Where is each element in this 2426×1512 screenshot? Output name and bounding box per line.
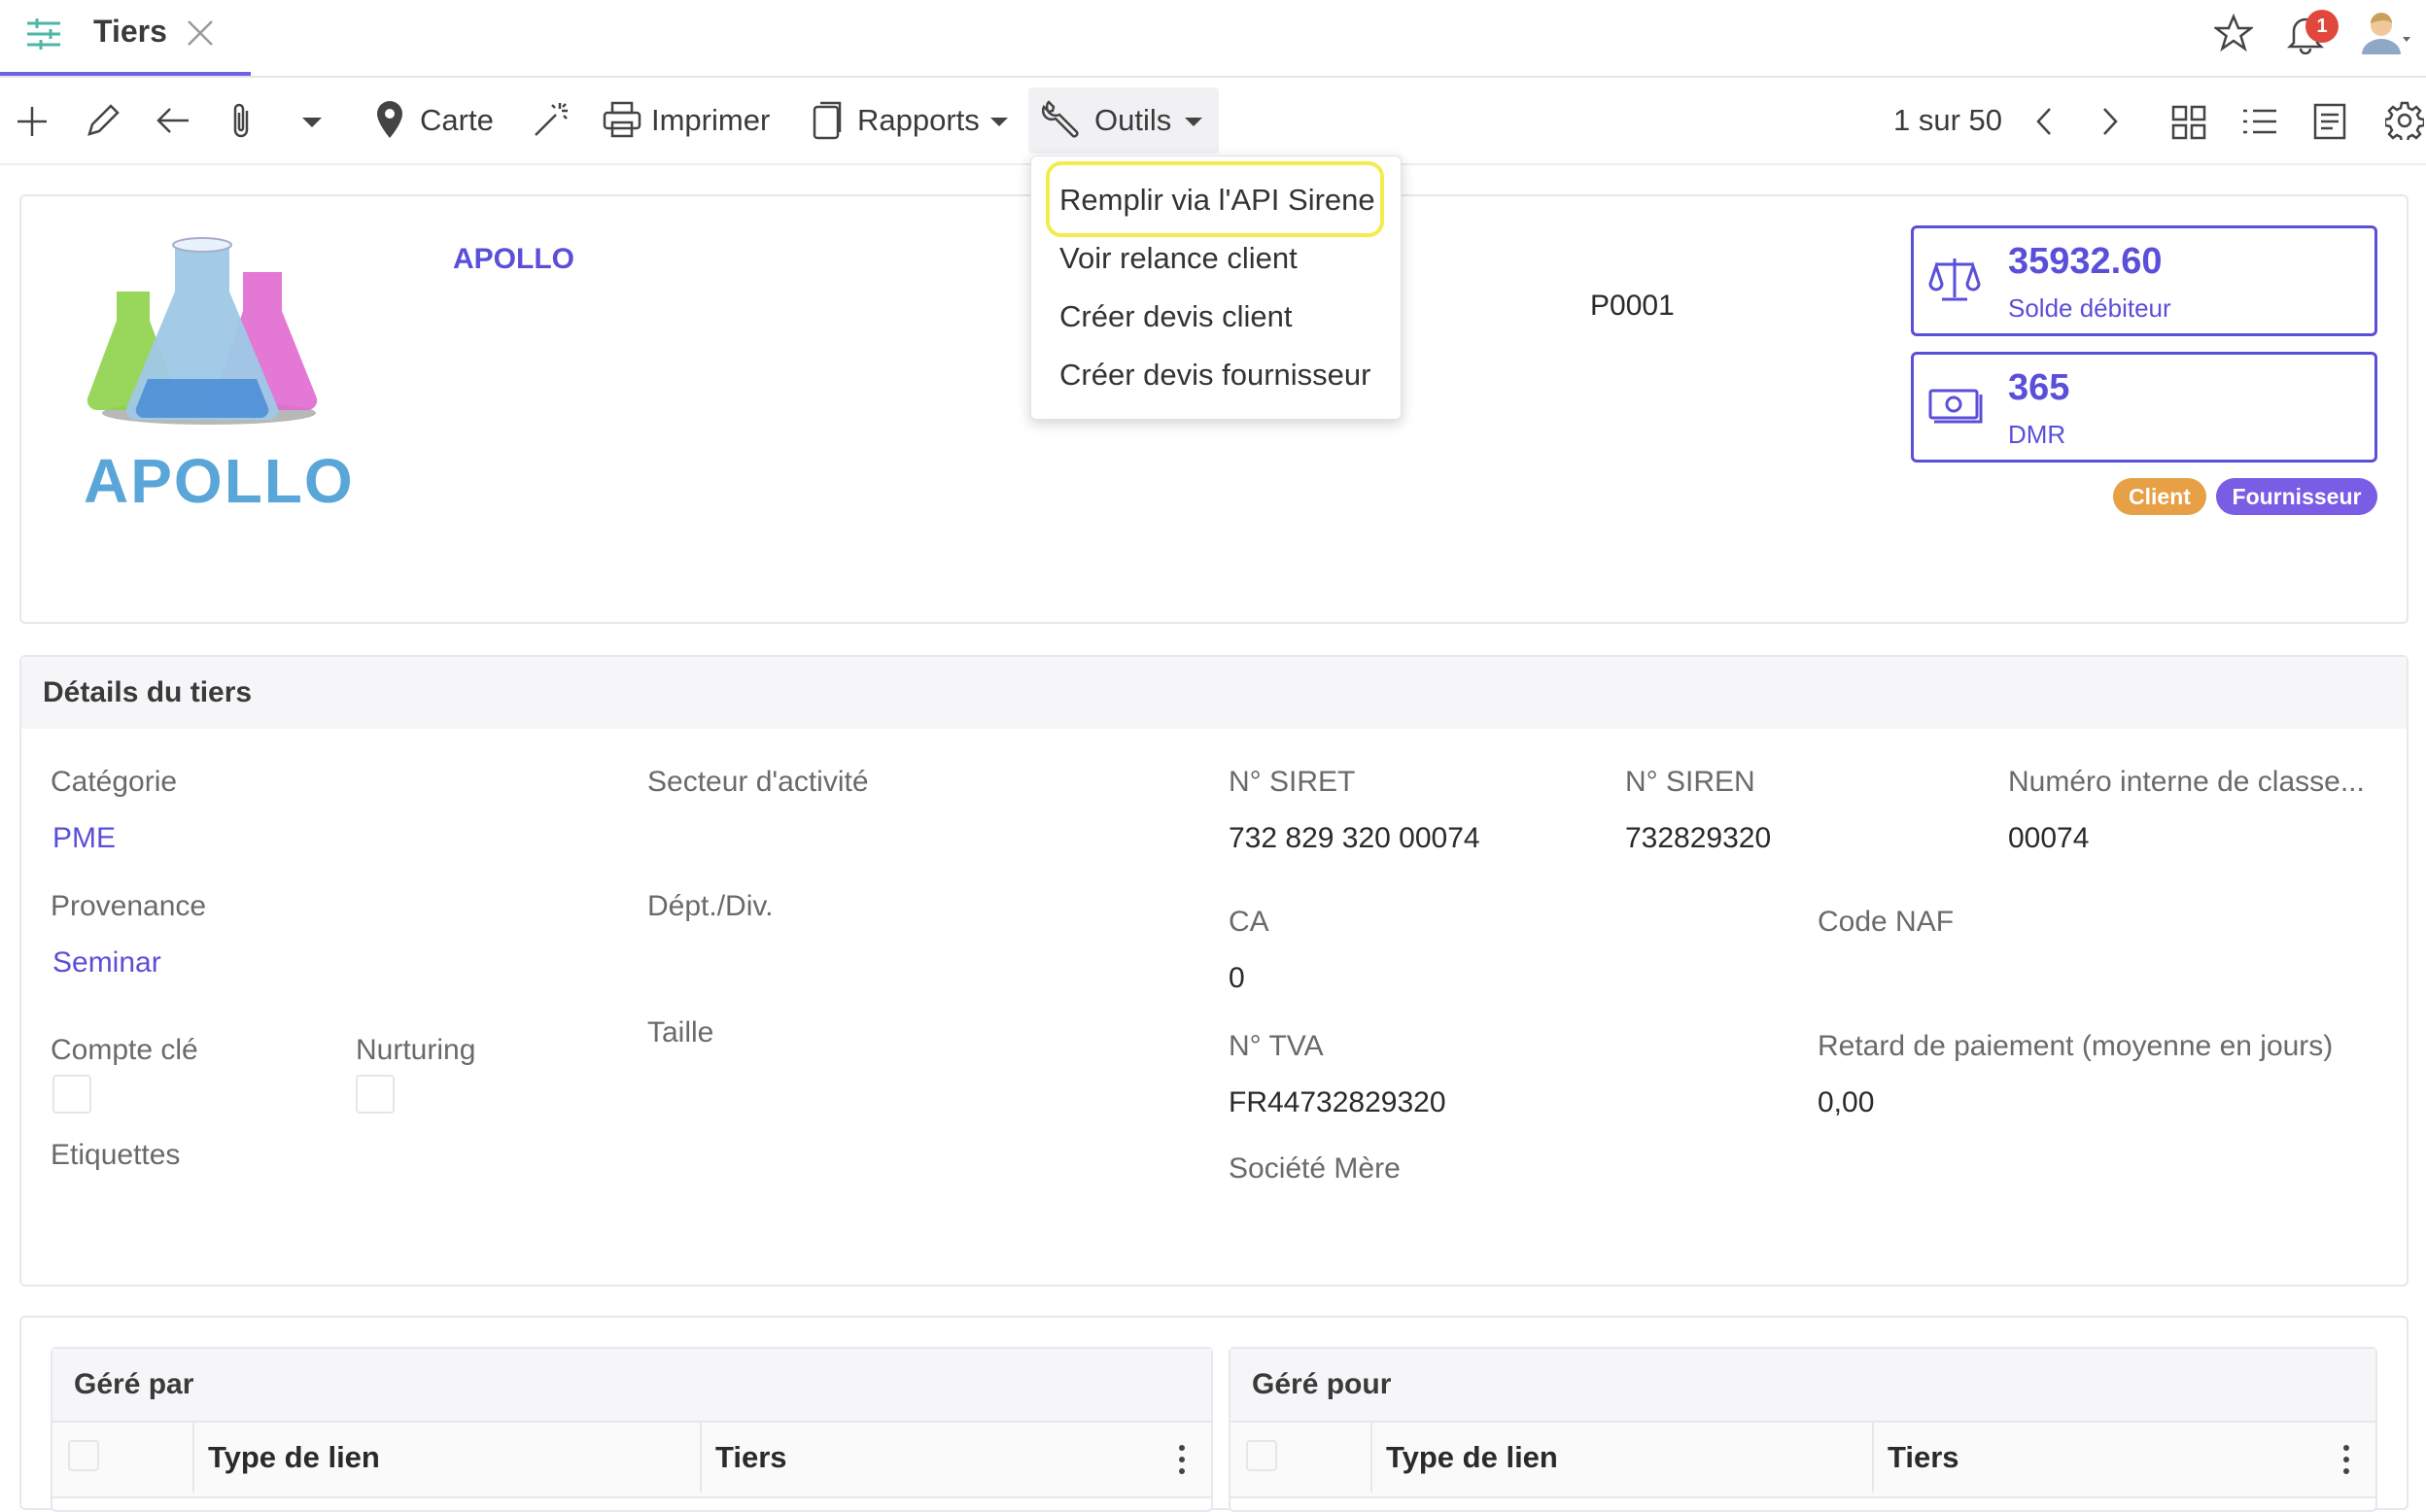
- etiquettes-label: Etiquettes: [51, 1139, 181, 1171]
- col-divider: [1370, 1423, 1372, 1493]
- col-divider: [192, 1423, 194, 1493]
- pagination-text: 1 sur 50: [1893, 103, 2003, 137]
- magic-wand-icon[interactable]: [533, 101, 570, 138]
- gear-icon[interactable]: [2385, 101, 2424, 140]
- compte-cle-checkbox[interactable]: [52, 1075, 91, 1114]
- badge-fournisseur: Fournisseur: [2216, 478, 2377, 515]
- arrow-left-icon[interactable]: [156, 105, 191, 136]
- compte-cle-label: Compte clé: [51, 1034, 198, 1066]
- taille-label: Taille: [647, 1016, 714, 1048]
- gere-par-title: Géré par: [74, 1368, 194, 1400]
- kpi-solde-label: Solde débiteur: [2008, 293, 2171, 323]
- details-card: [19, 655, 2409, 1287]
- gere-pour-col-type[interactable]: Type de lien: [1386, 1440, 1558, 1475]
- numero-interne-value: 00074: [2008, 822, 2090, 854]
- paperclip-icon[interactable]: [227, 101, 255, 142]
- secteur-label: Secteur d'activité: [647, 766, 869, 798]
- partner-code: P0001: [1590, 290, 1675, 322]
- provenance-label: Provenance: [51, 890, 207, 922]
- form-view-icon[interactable]: [2313, 103, 2346, 140]
- col-divider: [1872, 1423, 1874, 1493]
- partner-logo: APOLLO: [78, 233, 353, 525]
- gere-par-col-type[interactable]: Type de lien: [208, 1440, 380, 1475]
- printer-icon: [603, 101, 641, 138]
- societe-mere-label: Société Mère: [1229, 1152, 1401, 1185]
- retard-value: 0,00: [1818, 1086, 1875, 1118]
- siren-value: 732829320: [1625, 822, 1772, 854]
- gere-par-col-tiers[interactable]: Tiers: [715, 1440, 787, 1475]
- plus-icon[interactable]: [16, 105, 49, 138]
- pencil-icon[interactable]: [86, 103, 121, 138]
- provenance-value[interactable]: Seminar: [52, 946, 161, 979]
- details-title: Détails du tiers: [43, 676, 253, 708]
- ca-label: CA: [1229, 906, 1269, 938]
- menu-item-creer-devis-fournisseur[interactable]: Créer devis fournisseur: [1059, 358, 1370, 393]
- tab-bar: [0, 0, 2426, 78]
- outils-caret-icon: [1184, 117, 1203, 127]
- money-icon: [1928, 383, 1983, 426]
- nurturing-checkbox[interactable]: [356, 1075, 395, 1114]
- logo-text: APOLLO: [84, 446, 355, 516]
- tva-value: FR44732829320: [1229, 1086, 1446, 1118]
- kebab-menu-icon[interactable]: [2342, 1444, 2350, 1475]
- categorie-label: Catégorie: [51, 766, 178, 798]
- gere-pour-header: [1230, 1349, 2375, 1421]
- details-header: [21, 657, 2407, 729]
- col-divider: [700, 1423, 702, 1493]
- menu-item-remplir-api-sirene[interactable]: Remplir via l'API Sirene: [1059, 183, 1375, 218]
- kpi-dmr-label: DMR: [2008, 420, 2066, 449]
- tva-label: N° TVA: [1229, 1030, 1324, 1062]
- close-icon[interactable]: [187, 19, 214, 47]
- dept-label: Dépt./Div.: [647, 890, 774, 922]
- gere-par-select-all[interactable]: [68, 1440, 99, 1471]
- sliders-icon: [25, 17, 62, 51]
- balance-scale-icon: [1928, 255, 1981, 303]
- chevron-right-icon[interactable]: [2101, 107, 2119, 136]
- menu-item-voir-relance-client[interactable]: Voir relance client: [1059, 241, 1298, 276]
- star-icon[interactable]: [2214, 14, 2253, 52]
- copy-icon: [811, 101, 844, 140]
- gere-pour-select-all[interactable]: [1246, 1440, 1277, 1471]
- partner-name: APOLLO: [453, 243, 574, 275]
- siret-value: 732 829 320 00074: [1229, 822, 1480, 854]
- nurturing-label: Nurturing: [356, 1034, 476, 1066]
- chevron-left-icon[interactable]: [2035, 107, 2053, 136]
- badge-client: Client: [2113, 478, 2206, 515]
- imprimer-button[interactable]: Imprimer: [651, 103, 770, 138]
- kpi-dmr-value: 365: [2008, 367, 2070, 408]
- gere-par-header: [52, 1349, 1211, 1421]
- kpi-solde-value: 35932.60: [2008, 241, 2163, 282]
- gere-pour-col-tiers[interactable]: Tiers: [1888, 1440, 1959, 1475]
- siret-label: N° SIRET: [1229, 766, 1356, 798]
- code-naf-label: Code NAF: [1818, 906, 1955, 938]
- carte-button[interactable]: Carte: [420, 103, 494, 138]
- grid-view-icon[interactable]: [2171, 105, 2206, 140]
- kebab-menu-icon[interactable]: [1178, 1444, 1186, 1475]
- siren-label: N° SIREN: [1625, 766, 1755, 798]
- notification-badge: 1: [2305, 10, 2339, 43]
- tab-title: Tiers: [93, 14, 167, 49]
- wrench-icon: [1042, 99, 1083, 140]
- list-view-icon[interactable]: [2241, 107, 2278, 136]
- rapports-caret-icon: [989, 117, 1009, 127]
- map-pin-icon: [375, 99, 404, 140]
- rapports-button[interactable]: Rapports: [857, 103, 980, 138]
- caret-down-icon[interactable]: [301, 117, 323, 128]
- gere-pour-title: Géré pour: [1252, 1368, 1392, 1400]
- avatar[interactable]: [2360, 10, 2412, 56]
- outils-label: Outils: [1094, 103, 1172, 137]
- retard-label: Retard de paiement (moyenne en jours): [1818, 1030, 2334, 1062]
- menu-item-creer-devis-client[interactable]: Créer devis client: [1059, 299, 1292, 334]
- ca-value: 0: [1229, 962, 1245, 994]
- categorie-value[interactable]: PME: [52, 822, 116, 855]
- numero-interne-label: Numéro interne de classe...: [2008, 766, 2365, 798]
